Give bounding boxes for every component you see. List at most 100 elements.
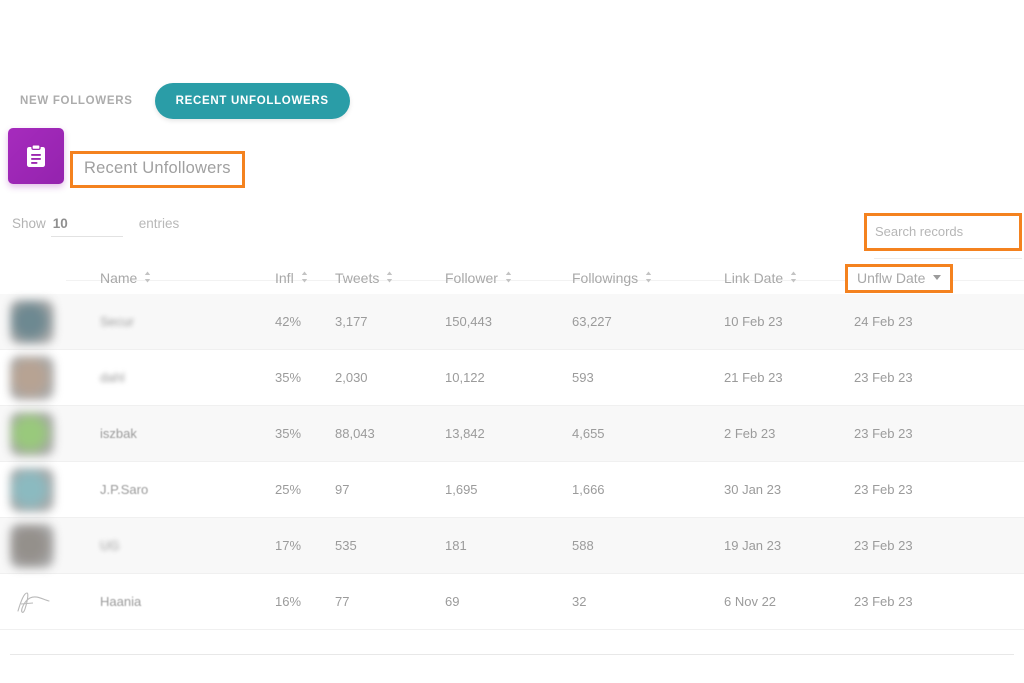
col-header-tweets-label: Tweets [335, 270, 380, 286]
unflw-date-highlight: Unflw Date [845, 263, 954, 293]
avatar [10, 523, 54, 568]
col-header-follower[interactable]: Follower [445, 270, 572, 286]
table-bottom-border [10, 654, 1014, 655]
col-header-followings[interactable]: Followings [572, 270, 724, 286]
avatar-cell [0, 355, 100, 400]
sort-icon [790, 271, 797, 283]
page-title: Recent Unfollowers [84, 159, 231, 177]
col-header-unflw-date[interactable]: Unflw Date [845, 263, 1014, 293]
cell-followings: 593 [572, 370, 594, 385]
col-header-tweets[interactable]: Tweets [335, 270, 445, 286]
cell-link-date: 2 Feb 23 [724, 426, 776, 441]
cell-follower: 181 [445, 538, 467, 553]
cell-name: J.P.Saro [100, 482, 149, 497]
col-header-name[interactable]: Name [100, 270, 275, 286]
search-underline [874, 258, 1022, 259]
cell-infl: 42% [275, 314, 302, 329]
cell-name: iszbak [100, 426, 137, 441]
cell-follower: 10,122 [445, 370, 485, 385]
cell-infl: 17% [275, 538, 302, 553]
cell-name: UG [100, 538, 120, 553]
table-header-row: Name Infl Tweets Follower Followings Lin… [0, 262, 1024, 294]
col-header-link-date-label: Link Date [724, 270, 784, 286]
avatar-cell [0, 523, 100, 568]
sort-desc-caret-icon [933, 275, 942, 280]
sort-icon [505, 271, 512, 283]
cell-infl: 16% [275, 594, 302, 609]
entries-label: entries [138, 216, 180, 231]
show-label: Show [12, 216, 46, 231]
cell-link-date: 21 Feb 23 [724, 370, 783, 385]
cell-name: dahl [100, 370, 125, 385]
cell-followings: 4,655 [572, 426, 605, 441]
tab-bar: New Followers Recent Unfollowers [0, 80, 1024, 122]
table-row[interactable]: dahl 35% 2,030 10,122 593 21 Feb 23 23 Feb 23 [0, 350, 1024, 406]
card-header: Recent Unfollowers [0, 128, 1024, 281]
cell-followings: 588 [572, 538, 594, 553]
sort-icon [386, 271, 393, 283]
cell-followings: 32 [572, 594, 587, 609]
cell-tweets: 2,030 [335, 370, 368, 385]
table-row[interactable]: Haania 16% 77 69 32 6 Nov 22 23 Feb 23 [0, 574, 1024, 630]
search-records-highlight [864, 213, 1022, 251]
sort-icon [301, 271, 308, 283]
avatar-cell [0, 299, 100, 344]
cell-infl: 25% [275, 482, 302, 497]
avatar-cell [0, 580, 100, 624]
cell-name: Haania [100, 594, 142, 609]
avatar [10, 467, 54, 512]
cell-follower: 1,695 [445, 482, 478, 497]
avatar [10, 411, 54, 456]
sort-icon [144, 271, 151, 283]
cell-tweets: 3,177 [335, 314, 368, 329]
cell-follower: 150,443 [445, 314, 492, 329]
cell-followings: 1,666 [572, 482, 605, 497]
cell-infl: 35% [275, 426, 302, 441]
cell-follower: 13,842 [445, 426, 485, 441]
table-row[interactable]: UG 17% 535 181 588 19 Jan 23 23 Feb 23 [0, 518, 1024, 574]
col-header-name-label: Name [100, 270, 138, 286]
clipboard-icon-tile [8, 128, 64, 184]
cell-follower: 69 [445, 594, 460, 609]
table-row[interactable]: iszbak 35% 88,043 13,842 4,655 2 Feb 23 23 Feb… [0, 406, 1024, 462]
col-header-unflw-date-label: Unflw Date [857, 269, 926, 286]
col-header-follower-label: Follower [445, 270, 498, 286]
cell-tweets: 88,043 [335, 426, 375, 441]
col-header-infl-label: Infl [275, 270, 294, 286]
col-header-link-date[interactable]: Link Date [724, 270, 854, 286]
page-title-highlight: Recent Unfollowers [70, 151, 245, 188]
show-entries-group: Show 10 25 50 100 entries [12, 216, 179, 237]
cell-unflw-date: 23 Feb 23 [854, 594, 913, 609]
table-row[interactable]: Secur 42% 3,177 150,443 63,227 10 Feb 23 24 Fe… [0, 294, 1024, 350]
cell-unflw-date: 23 Feb 23 [854, 538, 913, 553]
cell-name: Secur [100, 314, 134, 329]
cell-tweets: 535 [335, 538, 357, 553]
avatar-cell [0, 467, 100, 512]
cell-link-date: 19 Jan 23 [724, 538, 782, 553]
tab-new-followers[interactable]: New Followers [20, 95, 133, 107]
avatar-cell [0, 411, 100, 456]
cell-tweets: 97 [335, 482, 350, 497]
cell-unflw-date: 23 Feb 23 [854, 482, 913, 497]
col-header-followings-label: Followings [572, 270, 639, 286]
signature-avatar [10, 580, 54, 624]
cell-tweets: 77 [335, 594, 350, 609]
tab-recent-unfollowers[interactable]: Recent Unfollowers [154, 83, 350, 119]
search-input[interactable] [867, 216, 1019, 248]
entries-per-page-select[interactable]: 10 25 50 100 [50, 216, 123, 237]
unfollowers-table: Name Infl Tweets Follower Followings Lin… [0, 262, 1024, 655]
col-header-infl[interactable]: Infl [275, 270, 335, 286]
cell-link-date: 30 Jan 23 [724, 482, 782, 497]
avatar [10, 355, 54, 400]
cell-infl: 35% [275, 370, 302, 385]
table-row[interactable]: J.P.Saro 25% 97 1,695 1,666 30 Jan 23 23 Feb 2… [0, 462, 1024, 518]
clipboard-icon [25, 144, 47, 168]
cell-unflw-date: 23 Feb 23 [854, 426, 913, 441]
cell-unflw-date: 24 Feb 23 [854, 314, 913, 329]
avatar [10, 299, 54, 344]
cell-followings: 63,227 [572, 314, 612, 329]
table-controls: Show 10 25 50 100 entries [0, 213, 1024, 259]
cell-link-date: 10 Feb 23 [724, 314, 783, 329]
cell-unflw-date: 23 Feb 23 [854, 370, 913, 385]
table-body: Secur 42% 3,177 150,443 63,227 10 Feb 23 24 Fe… [0, 294, 1024, 630]
